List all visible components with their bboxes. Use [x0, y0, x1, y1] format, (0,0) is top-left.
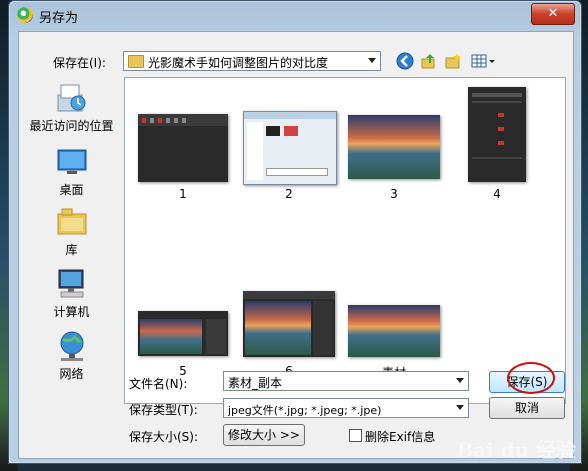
window-title: 另存为	[39, 11, 79, 26]
save-in-folder: 光影魔术手如何调整图片的对比度	[148, 56, 329, 70]
thumbnail-image	[138, 114, 228, 182]
up-folder-button[interactable]	[419, 52, 439, 72]
thumbnail-image	[468, 87, 526, 182]
thumbnail-image	[348, 115, 440, 179]
save-in-combo[interactable]: 光影魔术手如何调整图片的对比度	[123, 51, 381, 71]
library-icon	[55, 205, 89, 239]
place-label: 计算机	[53, 305, 90, 319]
file-name: 1	[179, 187, 187, 201]
close-button[interactable]: ✕	[531, 3, 575, 25]
dialog-body: 保存在(I): 光影魔术手如何调整图片的对比度 最近访问的位置 桌面 库 计算机…	[18, 31, 574, 459]
desktop-icon	[55, 145, 89, 179]
back-arrow-icon	[396, 52, 414, 70]
place-network[interactable]: 网络	[24, 329, 119, 382]
file-name: 2	[285, 187, 293, 201]
recent-places-icon	[55, 81, 89, 115]
view-grid-icon	[471, 54, 495, 68]
filename-label: 文件名(N):	[129, 377, 188, 391]
file-name: 3	[390, 187, 398, 201]
back-button[interactable]	[395, 52, 415, 72]
filename-value: 素材_副本	[228, 376, 283, 390]
place-library[interactable]: 库	[24, 205, 119, 258]
thumbnail-image	[348, 305, 440, 357]
up-folder-icon	[421, 54, 435, 69]
thumbnail-image	[243, 111, 337, 185]
place-label: 库	[65, 243, 78, 257]
chevron-down-icon	[456, 378, 464, 383]
chevron-down-icon	[456, 405, 464, 410]
place-desktop[interactable]: 桌面	[24, 145, 119, 198]
place-label: 桌面	[59, 183, 84, 197]
filetype-label: 保存类型(T):	[129, 403, 198, 417]
new-folder-icon	[445, 53, 461, 69]
chevron-down-icon	[368, 58, 376, 63]
filetype-select[interactable]: jpeg文件(*.jpg; *.jpeg; *.jpe)	[223, 398, 469, 418]
place-recent[interactable]: 最近访问的位置	[24, 81, 119, 134]
savesize-label: 保存大小(S):	[129, 430, 199, 444]
new-folder-button[interactable]	[443, 52, 463, 72]
highlight-circle	[507, 362, 555, 394]
exif-label: 删除Exif信息	[365, 430, 436, 444]
computer-icon	[55, 267, 89, 301]
filename-input[interactable]: 素材_副本	[223, 371, 469, 391]
file-name: 4	[493, 187, 501, 201]
cancel-button[interactable]: 取消	[489, 397, 565, 419]
app-logo-icon	[17, 7, 33, 23]
resize-button[interactable]: 修改大小 >>	[223, 424, 305, 446]
folder-icon	[128, 55, 144, 68]
places-bar: 最近访问的位置 桌面 库 计算机 网络	[24, 77, 119, 407]
place-label: 网络	[59, 367, 84, 381]
filetype-value: jpeg文件(*.jpg; *.jpeg; *.jpe)	[228, 404, 382, 417]
save-in-label: 保存在(I):	[53, 56, 106, 70]
save-as-window: 另存为 ✕ 保存在(I): 光影魔术手如何调整图片的对比度 最近访问的位置 桌面…	[8, 0, 582, 464]
network-icon	[55, 329, 89, 363]
exif-checkbox[interactable]	[349, 429, 362, 442]
view-menu-button[interactable]	[469, 52, 497, 72]
thumbnail-image	[243, 291, 335, 357]
place-label: 最近访问的位置	[29, 119, 114, 133]
thumbnail-image	[138, 311, 228, 356]
file-list[interactable]: 1 2 3 4 5	[124, 77, 566, 404]
watermark-logo: Bai du 经验	[456, 438, 576, 462]
title-bar[interactable]: 另存为 ✕	[9, 1, 581, 29]
place-computer[interactable]: 计算机	[24, 267, 119, 320]
